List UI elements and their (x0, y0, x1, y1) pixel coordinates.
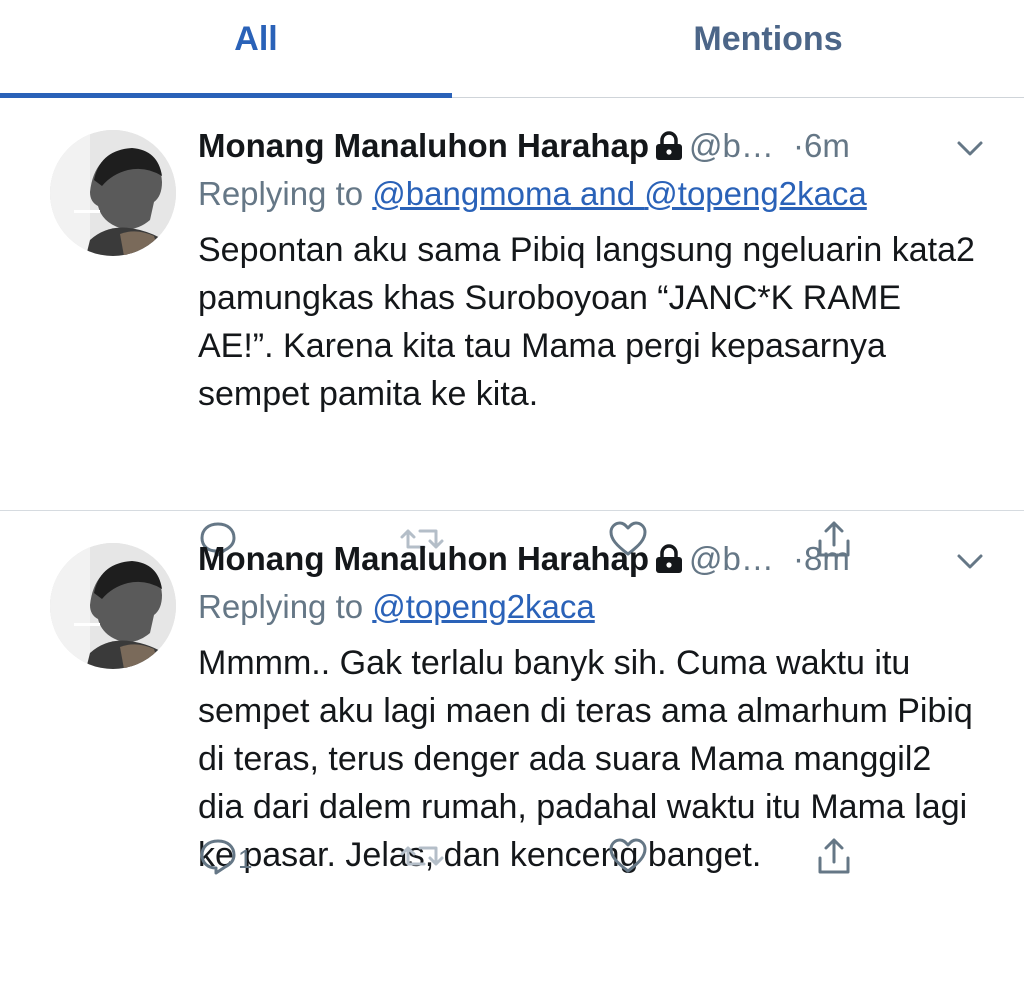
heart-icon (608, 836, 648, 883)
tab-mentions[interactable]: Mentions (512, 0, 1024, 97)
tweet-content: Monang Manaluhon Harahap @b… ·8m Replying… (198, 511, 984, 879)
replying-to-label: Replying to (198, 588, 373, 625)
timestamp: 6m (804, 127, 850, 164)
replying-to: Replying to @bangmoma and @topeng2kaca (198, 172, 984, 216)
avatar[interactable] (50, 130, 176, 256)
tab-bar: All Mentions (0, 0, 1024, 98)
retweet-button[interactable] (398, 836, 446, 883)
like-button[interactable] (608, 836, 648, 883)
mention-link[interactable]: @topeng2kaca (372, 588, 595, 625)
tweet-text: Sepontan aku sama Pibiq langsung ngeluar… (198, 231, 975, 413)
reply-icon (198, 836, 238, 883)
author-handle: @b… (689, 540, 774, 577)
author-name[interactable]: Monang Manaluhon Harahap (198, 540, 649, 577)
tab-all[interactable]: All (0, 0, 512, 97)
lock-icon (655, 126, 683, 174)
tweet[interactable]: Monang Manaluhon Harahap @b… ·8m Replying… (0, 511, 1024, 923)
author-handle: @b… (689, 127, 774, 164)
tweet-content: Monang Manaluhon Harahap @b… ·6m Replying… (198, 98, 984, 418)
share-button[interactable] (814, 836, 854, 883)
replying-to-label: Replying to (198, 175, 373, 212)
chevron-down-icon[interactable] (956, 549, 984, 573)
mention-link[interactable]: @bangmoma (372, 175, 571, 212)
author-name[interactable]: Monang Manaluhon Harahap (198, 127, 649, 164)
tweet-header: Monang Manaluhon Harahap @b… ·6m (198, 98, 984, 178)
time-separator: · (793, 127, 805, 164)
chevron-down-icon[interactable] (956, 136, 984, 160)
retweet-icon (398, 836, 446, 883)
tweet-text: Mmmm.. Gak terlalu banyk sih. Cuma waktu… (198, 644, 973, 874)
lock-icon (655, 539, 683, 587)
mention-joiner: and (570, 175, 645, 212)
tweet[interactable]: Monang Manaluhon Harahap @b… ·6m Replying… (0, 98, 1024, 557)
timestamp: 8m (804, 540, 850, 577)
notification-feed: Monang Manaluhon Harahap @b… ·6m Replying… (0, 98, 1024, 923)
mention-link[interactable]: @topeng2kaca (644, 175, 867, 212)
time-separator: · (793, 540, 805, 577)
share-icon (814, 836, 854, 883)
reply-count: 1 (238, 843, 253, 874)
avatar[interactable] (50, 543, 176, 669)
tweet-header: Monang Manaluhon Harahap @b… ·8m (198, 511, 984, 591)
reply-button[interactable]: 1 (198, 836, 252, 883)
replying-to: Replying to @topeng2kaca (198, 585, 984, 629)
